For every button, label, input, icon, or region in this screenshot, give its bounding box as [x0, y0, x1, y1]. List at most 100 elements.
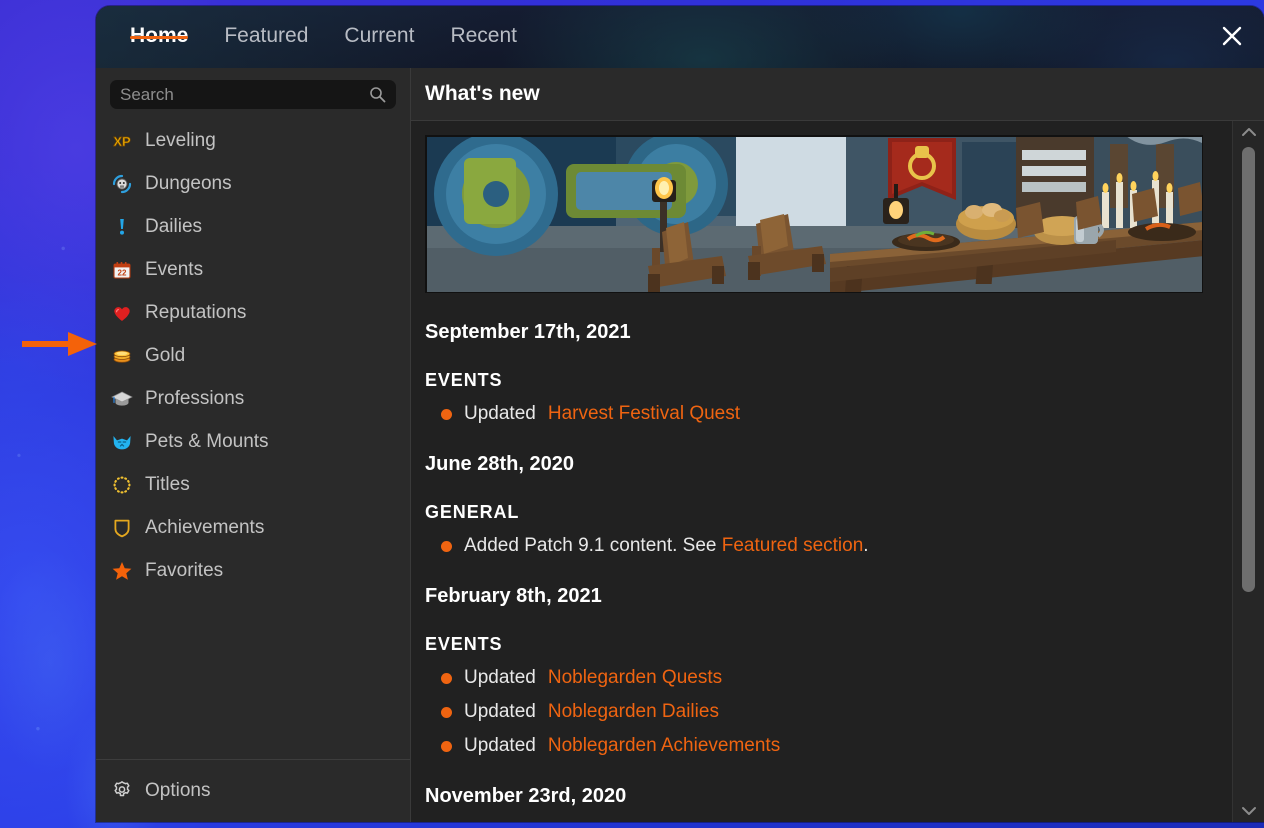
svg-text:XP: XP: [113, 134, 131, 149]
window-body: XP Leveling: [96, 68, 1264, 822]
tab-home[interactable]: Home: [112, 6, 206, 50]
bullet-icon: [441, 540, 452, 552]
news-item-prefix: Updated: [464, 667, 536, 688]
news-entry: June 28th, 2020 GENERAL Added Patch 9.1 …: [425, 453, 1232, 557]
close-button[interactable]: [1212, 16, 1252, 56]
right-arrow-annotation: [22, 332, 97, 356]
scrollbar-thumb[interactable]: [1242, 147, 1255, 592]
tab-featured-label: Featured: [224, 24, 309, 47]
chevron-down-icon: [1241, 807, 1256, 815]
options-button[interactable]: Options: [96, 760, 410, 822]
news-entry: September 17th, 2021 EVENTS Updated Harv…: [425, 321, 1232, 425]
calendar-icon: 22: [111, 259, 133, 281]
sidebar-item-label: Favorites: [145, 559, 224, 581]
sidebar-item-titles[interactable]: Titles: [96, 463, 410, 506]
sidebar-item-label: Achievements: [145, 516, 265, 538]
news-item-link[interactable]: Noblegarden Quests: [548, 667, 722, 689]
exclamation-mark-icon: [111, 216, 133, 238]
content-header: What's new: [411, 68, 1264, 121]
search-icon: [369, 86, 396, 103]
cat-head-icon: [111, 431, 133, 453]
options-label: Options: [145, 780, 211, 801]
news-item-link[interactable]: Featured section: [722, 535, 864, 557]
search-box[interactable]: [110, 80, 396, 109]
harvest-festival-feast-banner: [425, 135, 1203, 293]
tab-current[interactable]: Current: [326, 6, 432, 50]
sidebar-item-reputations[interactable]: Reputations: [96, 291, 410, 334]
sidebar-item-label: Professions: [145, 387, 245, 409]
news-category: GENERAL: [425, 502, 520, 522]
sidebar-item-achievements[interactable]: Achievements: [96, 506, 410, 549]
news-item-prefix: Added Patch 9.1 content. See: [464, 535, 717, 556]
sidebar-item-professions[interactable]: Professions: [96, 377, 410, 420]
tab-featured[interactable]: Featured: [206, 6, 326, 50]
sidebar-nav: XP Leveling Dungeons Dailies 22 Events R…: [96, 115, 410, 592]
shield-icon: [111, 517, 133, 539]
news-entry: November 23rd, 2020: [425, 785, 1232, 808]
news-date: September 17th, 2021: [425, 321, 631, 343]
news-category: EVENTS: [425, 634, 503, 654]
sidebar-item-label: Titles: [145, 473, 190, 495]
sidebar-item-gold[interactable]: Gold: [96, 334, 410, 377]
dungeon-portal-icon: [111, 173, 133, 195]
bullet-icon: [441, 740, 452, 752]
content-scroll-area: September 17th, 2021 EVENTS Updated Harv…: [411, 121, 1264, 822]
desktop-wallpaper: Home Featured Current Recent Search XP L…: [0, 0, 1264, 828]
news-item: Updated Noblegarden Quests: [425, 667, 1232, 689]
news-item-suffix: .: [863, 535, 869, 556]
gold-coins-icon: [111, 345, 133, 367]
bullet-icon: [441, 672, 452, 684]
heart-icon: [111, 302, 133, 324]
news-item-link[interactable]: Harvest Festival Quest: [548, 403, 740, 425]
sidebar-item-pets-mounts[interactable]: Pets & Mounts: [96, 420, 410, 463]
news-entry: February 8th, 2021 EVENTS Updated Nobleg…: [425, 585, 1232, 757]
page-title: What's new: [425, 82, 540, 105]
sidebar-item-dailies[interactable]: Dailies: [96, 205, 410, 248]
tab-current-label: Current: [344, 24, 415, 47]
sidebar-item-dungeons[interactable]: Dungeons: [96, 162, 410, 205]
content-scrollbar[interactable]: [1232, 121, 1264, 822]
news-item-prefix: Updated: [464, 735, 536, 756]
tab-recent-label: Recent: [450, 24, 517, 47]
content-panel: What's new September 17th, 2021 EVENTS U…: [411, 68, 1264, 822]
news-item-link[interactable]: Noblegarden Dailies: [548, 701, 719, 723]
bullet-icon: [441, 408, 452, 420]
chevron-up-icon: [1241, 128, 1256, 136]
sidebar-item-label: Dungeons: [145, 172, 232, 194]
news-item-prefix: Updated: [464, 403, 536, 424]
gear-icon: [111, 780, 133, 802]
news-feed: September 17th, 2021 EVENTS Updated Harv…: [411, 121, 1232, 822]
scroll-down-button[interactable]: [1233, 800, 1264, 822]
sidebar-item-label: Leveling: [145, 129, 216, 151]
news-date: November 23rd, 2020: [425, 785, 627, 807]
news-item: Updated Harvest Festival Quest: [425, 403, 1232, 425]
news-category: EVENTS: [425, 370, 503, 390]
svg-text:22: 22: [118, 268, 127, 277]
bullet-icon: [441, 706, 452, 718]
sidebar-item-leveling[interactable]: XP Leveling: [96, 119, 410, 162]
scrollbar-track[interactable]: [1233, 143, 1264, 800]
news-item-link[interactable]: Noblegarden Achievements: [548, 735, 780, 757]
tab-recent[interactable]: Recent: [432, 6, 535, 50]
tab-bar: Home Featured Current Recent: [96, 6, 1264, 68]
sidebar-item-label: Dailies: [145, 215, 203, 237]
news-item: Added Patch 9.1 content. See Featured se…: [425, 535, 1232, 557]
search-container: [96, 68, 410, 115]
news-item-prefix: Updated: [464, 701, 536, 722]
sidebar-item-events[interactable]: 22 Events: [96, 248, 410, 291]
search-input[interactable]: [110, 84, 369, 105]
close-x-icon: [1222, 26, 1242, 46]
sidebar-item-label: Pets & Mounts: [145, 430, 269, 452]
xp-icon: XP: [111, 130, 133, 152]
scroll-up-button[interactable]: [1233, 121, 1264, 143]
news-date: June 28th, 2020: [425, 453, 574, 475]
sidebar-item-favorites[interactable]: Favorites: [96, 549, 410, 592]
news-date: February 8th, 2021: [425, 585, 602, 607]
graduation-cap-icon: [111, 388, 133, 410]
sidebar-item-label: Reputations: [145, 301, 247, 323]
sidebar-item-label: Events: [145, 258, 204, 280]
addon-window: Home Featured Current Recent Search XP L…: [96, 6, 1264, 822]
tab-home-label: Home: [130, 24, 189, 47]
sidebar: XP Leveling: [96, 68, 411, 822]
